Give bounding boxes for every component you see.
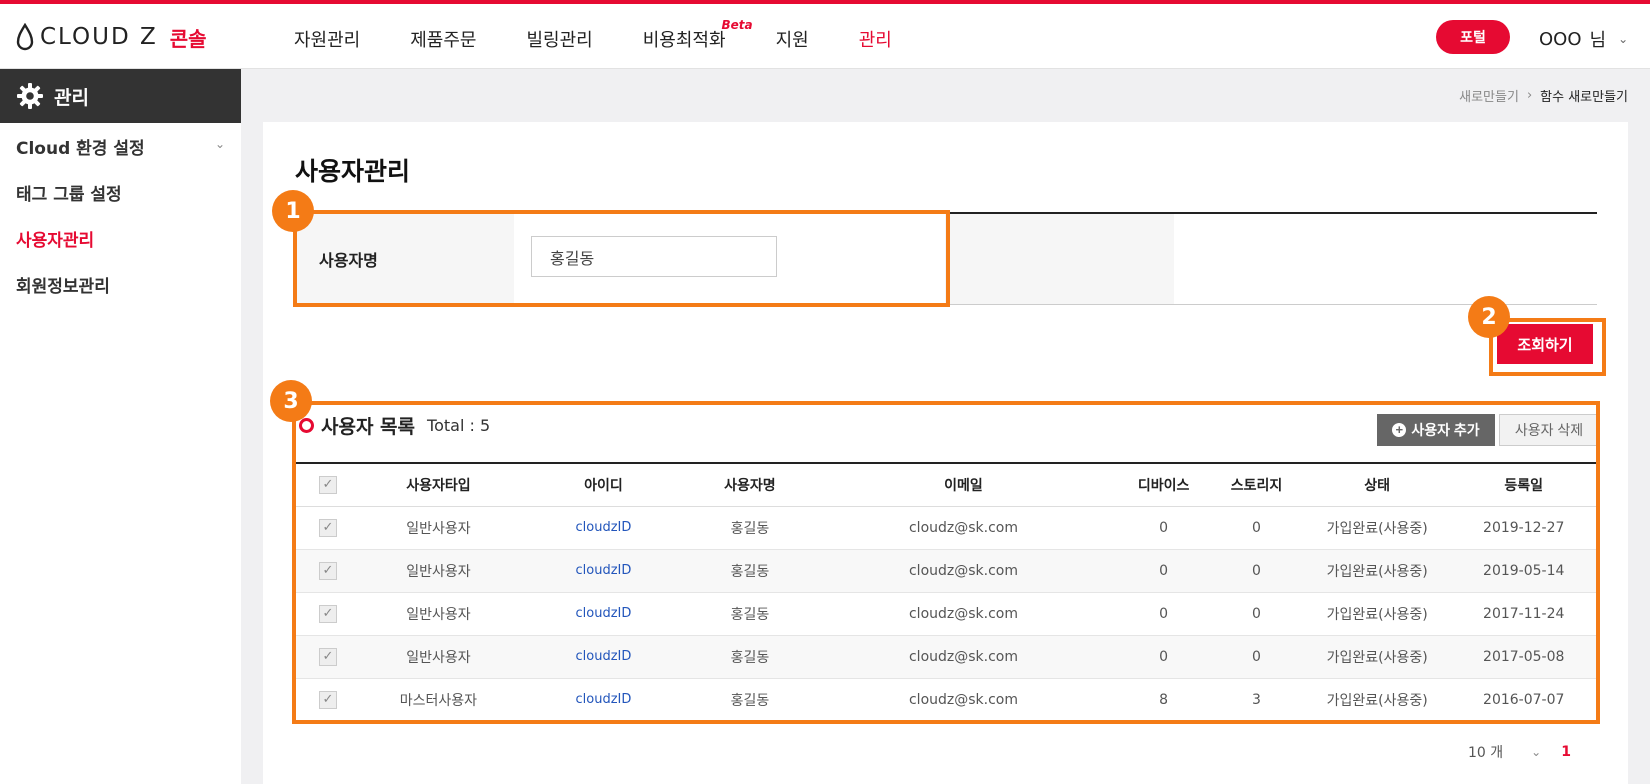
user-name: OOO xyxy=(1539,28,1582,50)
nav-item-label: 비용최적화 xyxy=(642,30,726,51)
sidebar-menu: Cloud 환경 설정 ⌄ 태그 그룹 설정 사용자관리 회원정보관리 xyxy=(0,123,241,307)
annotation-badge-3: 3 xyxy=(270,380,312,422)
nav-item-support[interactable]: 지원 xyxy=(776,26,809,52)
logo-text: CLOUD Z xyxy=(40,24,158,50)
sidebar: 관리 Cloud 환경 설정 ⌄ 태그 그룹 설정 사용자관리 회원정보관리 xyxy=(0,69,241,784)
sidebar-title: 관리 xyxy=(54,86,89,109)
sidebar-item-label: 태그 그룹 설정 xyxy=(16,184,122,205)
annotation-badge-1: 1 xyxy=(272,190,314,232)
annotation-badge-2: 2 xyxy=(1468,296,1510,338)
nav-item-cost-optimization[interactable]: 비용최적화 Beta xyxy=(642,18,753,52)
logo-sub-text: 콘솔 xyxy=(169,26,207,51)
sidebar-item-member-info[interactable]: 회원정보관리 xyxy=(0,261,241,307)
logo[interactable]: CLOUD Z 콘솔 xyxy=(16,22,207,52)
chevron-down-icon: ⌄ xyxy=(1618,32,1629,46)
sidebar-item-label: 회원정보관리 xyxy=(16,276,110,297)
breadcrumb: 새로만들기 › 함수 새로만들기 xyxy=(1459,86,1628,105)
breadcrumb-current: 함수 새로만들기 xyxy=(1540,90,1628,105)
sidebar-item-cloud-settings[interactable]: Cloud 환경 설정 ⌄ xyxy=(0,123,241,169)
chevron-down-icon[interactable]: ⌄ xyxy=(1531,745,1541,759)
pagination: 10 개 ⌄ 1 xyxy=(1468,742,1571,762)
nav-item-admin[interactable]: 관리 xyxy=(859,26,892,52)
chevron-down-icon: ⌄ xyxy=(214,137,225,151)
sidebar-item-label: Cloud 환경 설정 xyxy=(16,138,145,159)
sidebar-item-user-management[interactable]: 사용자관리 xyxy=(0,215,241,261)
page-title: 사용자관리 xyxy=(295,157,411,186)
nav-item-resources[interactable]: 자원관리 xyxy=(294,26,360,52)
annotation-highlight-3 xyxy=(292,401,1600,724)
nav-item-orders[interactable]: 제품주문 xyxy=(410,26,476,52)
annotation-highlight-1 xyxy=(293,210,950,307)
portal-button[interactable]: 포털 xyxy=(1436,20,1510,54)
sidebar-header: 관리 xyxy=(0,69,241,123)
page-size-select[interactable]: 10 개 xyxy=(1468,742,1503,762)
gear-icon xyxy=(17,83,43,109)
user-suffix: 님 xyxy=(1589,30,1607,51)
search-label-empty xyxy=(945,214,1174,304)
sidebar-item-label: 사용자관리 xyxy=(16,230,95,251)
global-nav: 자원관리 제품주문 빌링관리 비용최적화 Beta 지원 관리 xyxy=(294,18,942,52)
breadcrumb-parent[interactable]: 새로만들기 xyxy=(1459,86,1519,105)
sidebar-item-tag-groups[interactable]: 태그 그룹 설정 xyxy=(0,169,241,215)
beta-badge: Beta xyxy=(721,18,753,32)
nav-item-billing[interactable]: 빌링관리 xyxy=(527,26,593,52)
chevron-right-icon: › xyxy=(1526,88,1533,103)
page-number-current[interactable]: 1 xyxy=(1561,744,1571,760)
user-menu[interactable]: OOO 님 ⌄ xyxy=(1539,26,1628,52)
global-header: CLOUD Z 콘솔 자원관리 제품주문 빌링관리 비용최적화 Beta 지원 관… xyxy=(0,4,1650,69)
logo-drop-icon xyxy=(16,23,34,51)
